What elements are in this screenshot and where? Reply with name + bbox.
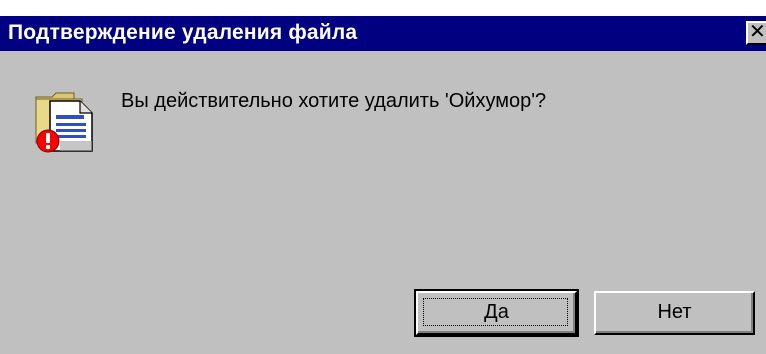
yes-button[interactable]: Да	[414, 289, 579, 337]
title-bar[interactable]: Подтверждение удаления файла ✕	[0, 16, 766, 51]
close-icon: ✕	[749, 21, 766, 43]
close-button[interactable]: ✕	[746, 21, 766, 45]
delete-confirm-dialog: Подтверждение удаления файла ✕ Вы действ…	[0, 0, 766, 354]
delete-file-warning-icon	[35, 92, 93, 153]
no-button-label: Нет	[657, 301, 692, 323]
dialog-body: Вы действительно хотите удалить 'Ойхумор…	[0, 51, 766, 354]
confirm-message: Вы действительно хотите удалить 'Ойхумор…	[121, 90, 547, 112]
no-button[interactable]: Нет	[594, 291, 755, 335]
yes-button-label: Да	[484, 301, 509, 323]
window-title: Подтверждение удаления файла	[8, 21, 358, 44]
